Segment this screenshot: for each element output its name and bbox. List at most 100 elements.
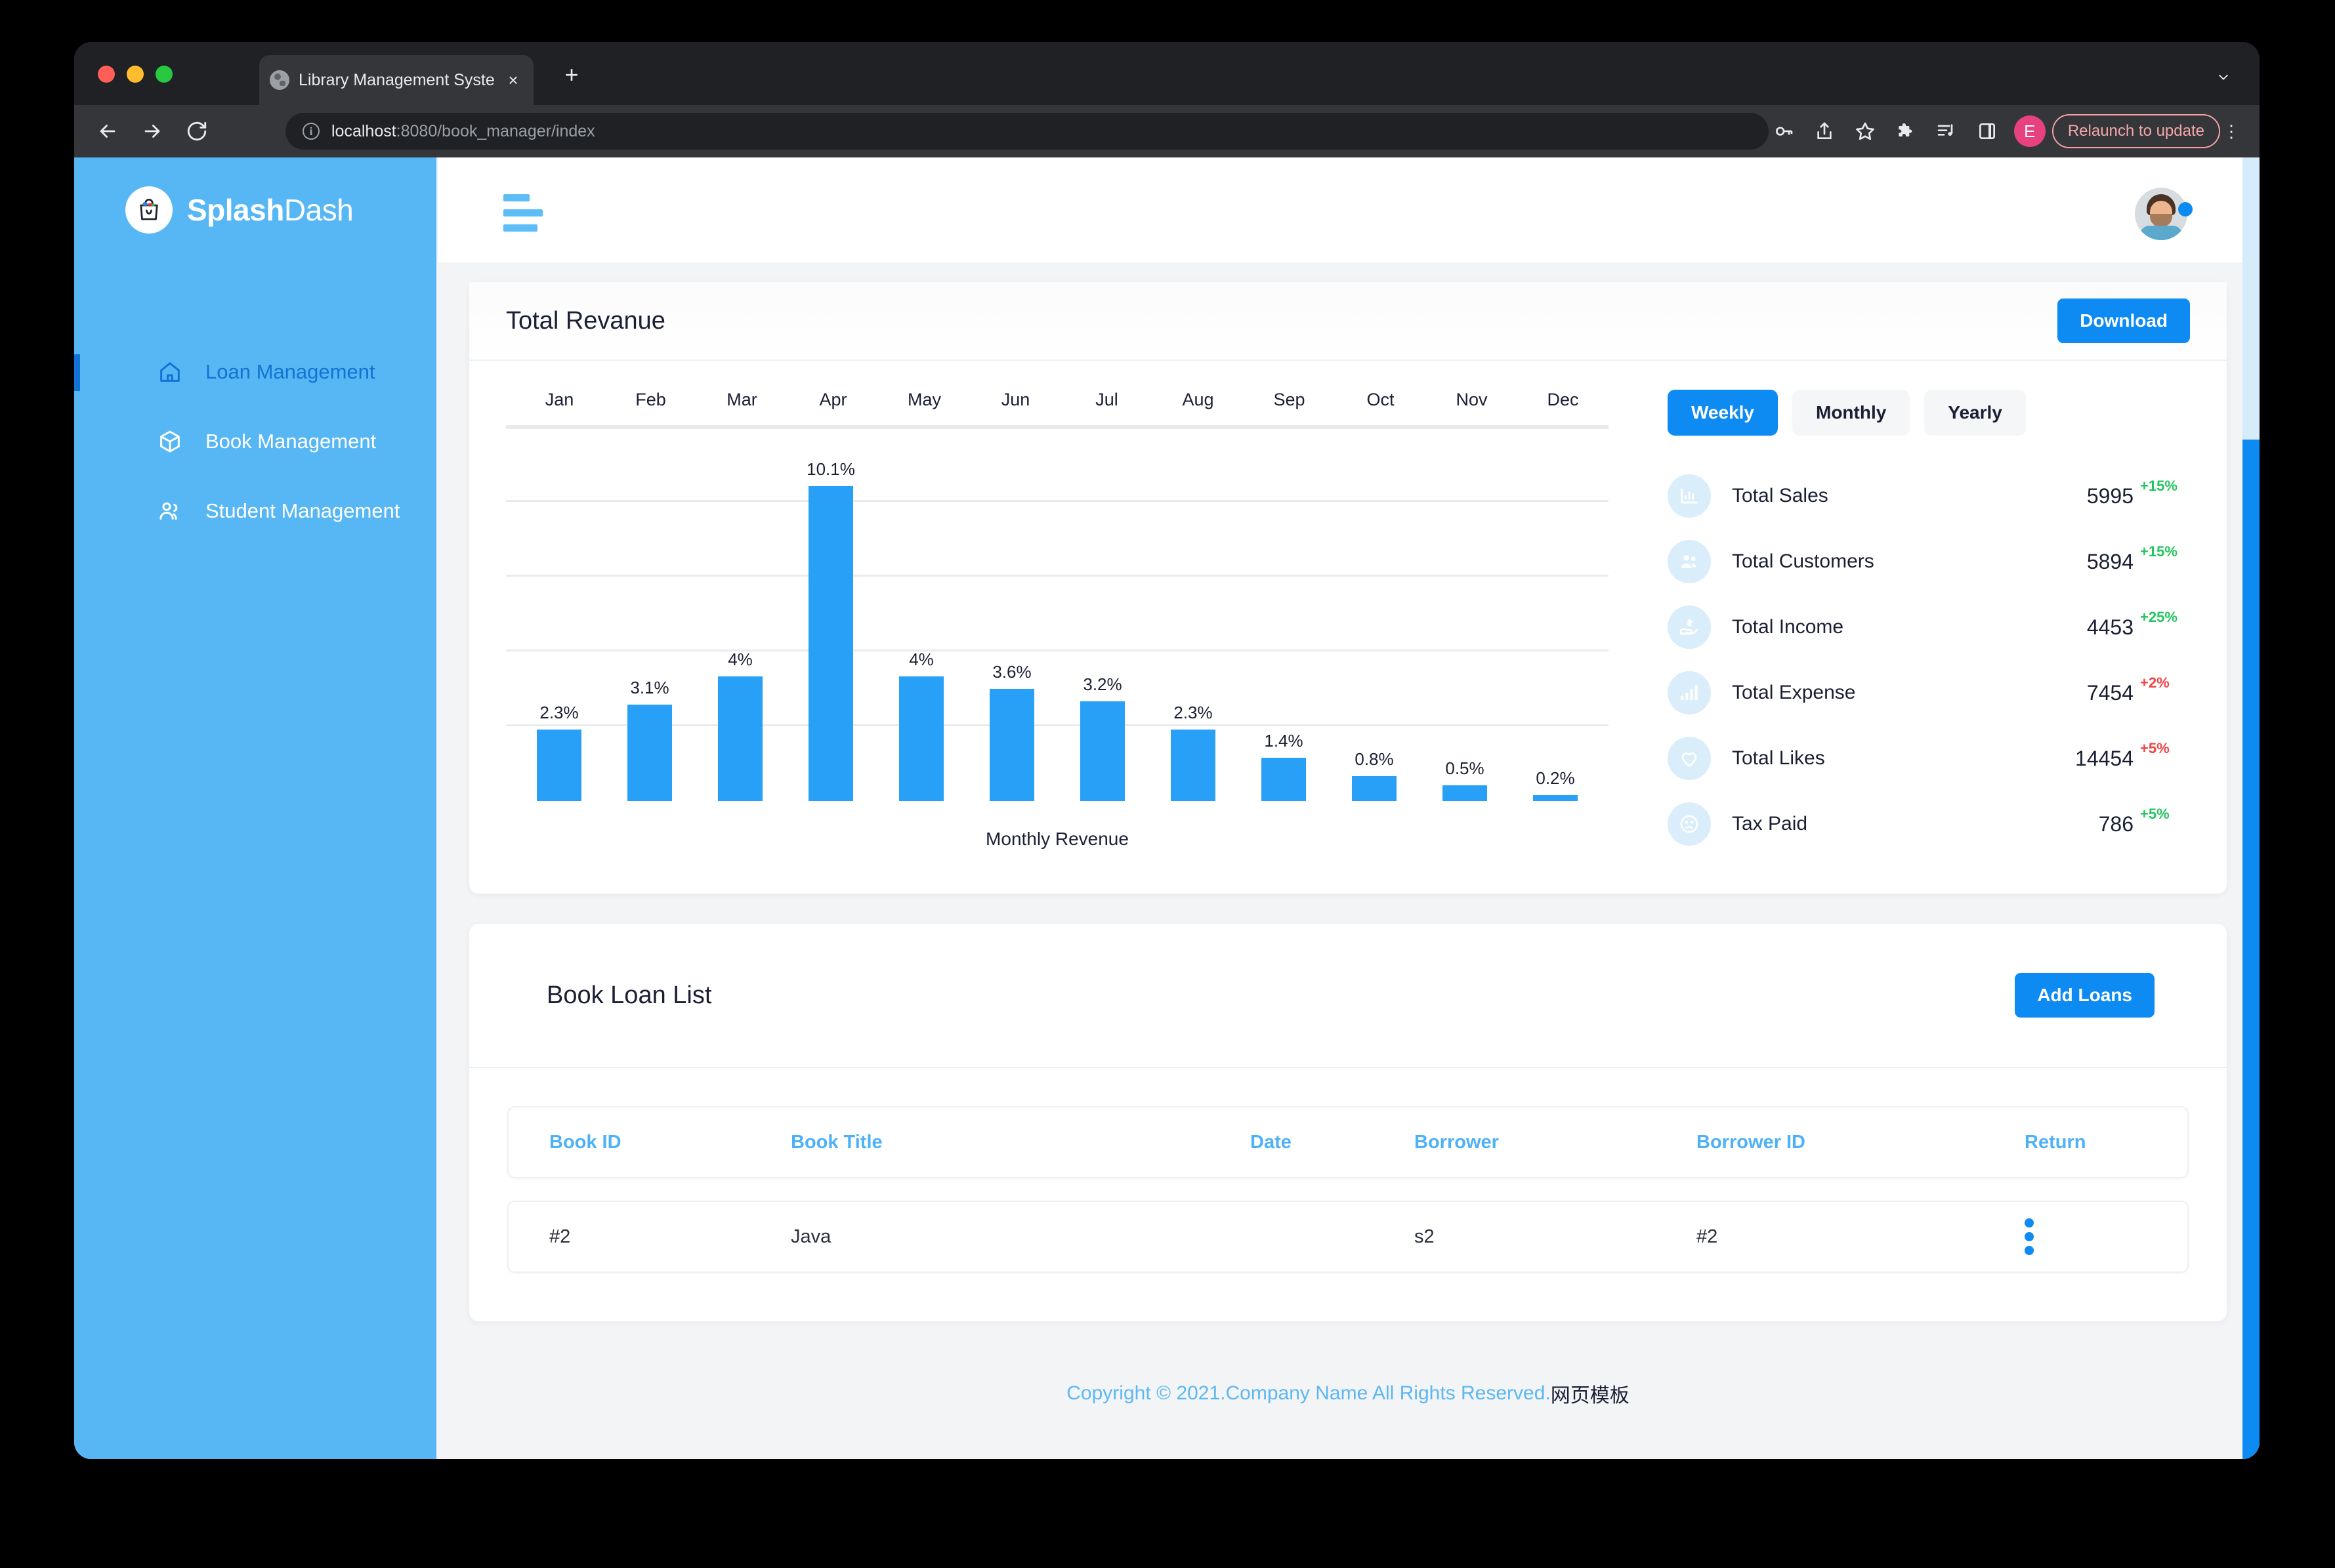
sad-face-icon [1668,802,1711,846]
scrollbar-thumb[interactable] [2242,440,2260,1459]
extensions-puzzle-icon[interactable] [1885,111,1926,152]
hamburger-menu-icon[interactable] [503,194,551,239]
address-bar[interactable]: i localhost:8080/book_manager/index [285,113,1769,150]
content-inner: Total Revanue Download Jan Feb Mar Apr May Ju… [436,282,2260,1439]
chart-month-label: Feb [635,390,666,409]
minimize-window-button[interactable] [127,66,144,83]
chart-bar-column[interactable]: 0.5% [1420,429,1510,801]
brand-logo[interactable]: SplashDash [74,157,436,262]
chart-bar-column[interactable]: 3.2% [1057,429,1148,801]
sidebar-nav: Loan Management Book Management Student … [74,337,436,546]
chart-bar-value-label: 0.2% [1536,768,1575,788]
chart-month-label: Aug [1182,390,1214,409]
hand-dollar-icon [1668,606,1711,649]
tab-title: Library Management System [299,70,494,89]
browser-tab[interactable]: Library Management System × [259,55,534,105]
column-header-borrower-id[interactable]: Borrower ID [1696,1132,2025,1153]
user-avatar-wrap[interactable] [2135,188,2193,240]
url-host: localhost [331,121,396,140]
column-header-return[interactable]: Return [2025,1132,2187,1153]
media-playlist-icon[interactable] [1926,111,1967,152]
column-header-borrower[interactable]: Borrower [1414,1132,1696,1153]
chart-bar[interactable] [627,704,672,801]
column-header-book-id[interactable]: Book ID [509,1132,791,1153]
box-icon [156,427,184,456]
stat-label: Tax Paid [1732,813,1808,835]
avatar-beard [2150,214,2172,227]
chart-bar-column[interactable]: 0.8% [1329,429,1420,801]
chart-bar-value-label: 3.6% [992,662,1032,682]
close-window-button[interactable] [98,66,115,83]
new-tab-button[interactable]: + [558,63,585,87]
column-header-date[interactable]: Date [1250,1132,1414,1153]
tab-weekly[interactable]: Weekly [1668,390,1778,436]
users-icon [156,497,184,526]
stat-delta-badge: +25% [2140,609,2177,625]
tab-yearly[interactable]: Yearly [1924,390,2026,436]
stat-label: Total Income [1732,616,1844,638]
chart-bar[interactable] [1442,785,1487,801]
sidebar-item-label: Student Management [205,499,400,522]
chart-bar-column[interactable]: 4% [876,429,967,801]
side-panel-icon[interactable] [1967,111,2008,152]
stat-delta-badge: +5% [2140,806,2170,822]
chart-bar[interactable] [809,486,853,801]
chart-bar-column[interactable]: 4% [695,429,786,801]
forward-button[interactable] [135,113,170,149]
sidebar-item-book-management[interactable]: Book Management [74,407,436,476]
chart-bar-column[interactable]: 3.1% [604,429,695,801]
share-icon[interactable] [1804,111,1845,152]
chart-bar-column[interactable]: 2.3% [1148,429,1238,801]
chart-bar[interactable] [1261,757,1306,801]
reload-button[interactable] [179,113,215,149]
maximize-window-button[interactable] [156,66,173,83]
table-row[interactable]: #2 Java s2 #2 [507,1201,2189,1273]
chart-x-axis-labels: Jan Feb Mar Apr May Jun Jul Aug Sep Oct Nov Dec [506,390,1609,410]
stat-delta-badge: +5% [2140,740,2170,756]
window-controls [98,66,173,83]
chart-month-label: Jun [1001,390,1030,409]
chart-bar[interactable] [718,676,763,801]
chart-bar[interactable] [1352,776,1397,801]
chart-bar[interactable] [537,729,581,801]
profile-avatar-chip[interactable]: E [2013,115,2046,147]
chart-bar[interactable] [1533,794,1578,801]
chart-bar-column[interactable]: 3.6% [967,429,1057,801]
column-header-book-title[interactable]: Book Title [791,1132,1250,1153]
sidebar-item-label: Book Management [205,430,377,453]
chart-bar[interactable] [990,689,1034,801]
table-header-row: Book ID Book Title Date Borrower Borrowe… [507,1106,2189,1178]
page-scrollbar[interactable] [2242,157,2260,1459]
password-key-icon[interactable] [1763,111,1804,152]
url-path: :8080/book_manager/index [396,121,595,140]
tab-monthly[interactable]: Monthly [1792,390,1910,436]
chart-bar[interactable] [899,676,944,801]
chart-bar-value-label: 0.5% [1445,758,1484,779]
kebab-icon[interactable] [2025,1218,2034,1255]
period-tabs: Weekly Monthly Yearly [1668,390,2190,436]
brand-name-light: Dash [284,193,354,227]
chart-bar-column[interactable]: 10.1% [786,429,876,801]
download-button[interactable]: Download [2057,299,2190,343]
cell-book-title: Java [791,1226,831,1247]
chart-bar-column[interactable]: 1.4% [1238,429,1329,801]
add-loans-button[interactable]: Add Loans [2015,973,2155,1018]
close-tab-icon[interactable]: × [503,72,523,89]
chart-bar[interactable] [1080,701,1125,801]
brand-name-bold: Splash [187,193,284,227]
browser-menu-icon[interactable]: ⋮ [2220,123,2242,140]
chart-bars: 2.3% 3.1% 4% 10.1% 4% 3.6% 3.2% 2.3% 1.4% 0.8% 0.5… [514,429,1601,801]
site-info-icon[interactable]: i [303,123,320,140]
chart-plot-area: 2.3% 3.1% 4% 10.1% 4% 3.6% 3.2% 2.3% 1.4% 0.8% 0.5… [506,425,1609,801]
bookmark-star-icon[interactable] [1845,111,1885,152]
chevron-down-icon[interactable] [2216,70,2231,84]
stat-value: 7454 [2086,680,2134,705]
sidebar-item-loan-management[interactable]: Loan Management [74,337,436,407]
back-button[interactable] [90,113,125,149]
sidebar-item-student-management[interactable]: Student Management [74,476,436,546]
sidebar: SplashDash Loan Management Book Manageme… [74,157,436,1459]
chart-bar-column[interactable]: 2.3% [514,429,604,801]
chart-bar-column[interactable]: 0.2% [1510,429,1601,801]
chart-bar[interactable] [1171,729,1215,801]
relaunch-to-update-button[interactable]: Relaunch to update [2051,114,2220,148]
